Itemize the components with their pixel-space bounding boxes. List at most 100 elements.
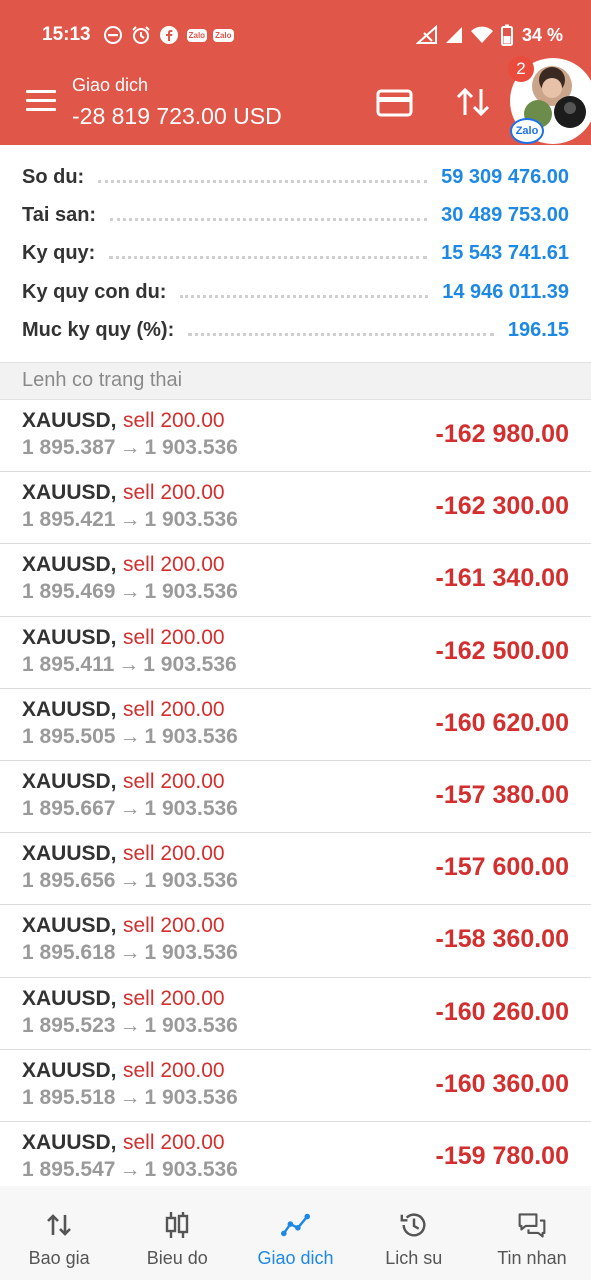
summary-label: Ky quy: — [22, 241, 96, 264]
zalo-logo-icon: Zalo — [510, 118, 544, 144]
status-time: 15:13 — [42, 24, 91, 45]
current-price: 1 903.536 — [144, 580, 238, 604]
open-price: 1 895.547 — [22, 1157, 116, 1181]
current-price: 1 903.536 — [144, 508, 238, 532]
position-profit: -157 600.00 — [435, 853, 569, 882]
summary-row-free-margin: Ky quy con du: 14 946 011.39 — [22, 275, 569, 309]
position-row[interactable]: XAUUSD, sell 200.00 1 895.421 → 1 903.536 … — [0, 472, 591, 545]
account-balance: -28 819 723.00 USD — [72, 103, 282, 129]
summary-value: 59 309 476.00 — [441, 165, 569, 188]
arrow-right-icon: → — [119, 941, 141, 965]
summary-row-margin: Ky quy: 15 543 741.61 — [22, 236, 569, 270]
position-row[interactable]: XAUUSD, sell 200.00 1 895.656 → 1 903.536 … — [0, 833, 591, 906]
position-row[interactable]: XAUUSD, sell 200.00 1 895.667 → 1 903.536 … — [0, 761, 591, 834]
position-profit: -161 340.00 — [435, 564, 569, 593]
position-prices: 1 895.618 → 1 903.536 — [22, 941, 238, 965]
position-prices: 1 895.387 → 1 903.536 — [22, 436, 238, 460]
current-price: 1 903.536 — [144, 941, 238, 965]
position-row[interactable]: XAUUSD, sell 200.00 1 895.618 → 1 903.536 … — [0, 905, 591, 978]
position-prices: 1 895.469 → 1 903.536 — [22, 580, 238, 604]
summary-value: 14 946 011.39 — [442, 280, 569, 303]
summary-row-equity: Tai san: 30 489 753.00 — [22, 198, 569, 232]
zalo-notification-icon-2: Zalo — [213, 28, 234, 42]
arrow-right-icon: → — [118, 652, 140, 676]
dotted-leader — [180, 294, 429, 298]
wifi-icon — [470, 26, 493, 43]
position-profit: -162 500.00 — [435, 636, 569, 665]
position-prices: 1 895.667 → 1 903.536 — [22, 797, 238, 821]
position-row[interactable]: XAUUSD, sell 200.00 1 895.523 → 1 903.536 … — [0, 978, 591, 1050]
open-price: 1 895.618 — [22, 941, 116, 965]
position-side: sell 200.00 — [123, 409, 225, 432]
position-side: sell 200.00 — [123, 769, 225, 793]
cell-signal-icon — [445, 27, 462, 43]
arrow-right-icon: → — [119, 580, 141, 604]
position-profit: -158 360.00 — [435, 925, 569, 954]
position-row[interactable]: XAUUSD, sell 200.00 1 895.547 → 1 903.536 … — [0, 1122, 591, 1195]
messages-icon — [517, 1210, 547, 1240]
position-prices: 1 895.518 → 1 903.536 — [22, 1086, 238, 1110]
position-prices: 1 895.547 → 1 903.536 — [22, 1158, 238, 1182]
position-symbol: XAUUSD, — [22, 553, 117, 577]
summary-label: Muc ky quy (%): — [22, 318, 175, 341]
position-row[interactable]: XAUUSD, sell 200.00 1 895.411 → 1 903.536 … — [0, 617, 591, 689]
card-icon[interactable] — [376, 86, 414, 120]
hamburger-icon-bar — [26, 99, 56, 102]
summary-label: Ky quy con du: — [22, 280, 167, 303]
page-title: Giao dich — [72, 75, 149, 95]
position-prices: 1 895.411 → 1 903.536 — [22, 653, 237, 677]
menu-button[interactable] — [26, 90, 58, 116]
nav-label: Lich su — [385, 1248, 443, 1268]
position-profit: -159 780.00 — [435, 1141, 569, 1170]
position-side: sell 200.00 — [123, 697, 225, 721]
position-symbol: XAUUSD, — [22, 986, 117, 1010]
nav-item-chart[interactable]: Bieu do — [118, 1186, 236, 1280]
position-symbol: XAUUSD, — [22, 842, 117, 866]
trade-icon — [280, 1210, 311, 1240]
position-prices: 1 895.656 → 1 903.536 — [22, 869, 238, 893]
current-price: 1 903.536 — [144, 436, 238, 459]
position-profit: -160 620.00 — [435, 708, 569, 737]
position-row[interactable]: XAUUSD, sell 200.00 1 895.469 → 1 903.536 … — [0, 544, 591, 617]
chat-head-bubble[interactable]: 2 Zalo — [508, 56, 591, 146]
nav-item-history[interactable]: Lich su — [355, 1186, 473, 1280]
position-symbol: XAUUSD, — [22, 697, 117, 721]
arrow-right-icon: → — [119, 869, 141, 893]
current-price: 1 903.536 — [144, 796, 238, 820]
dotted-leader — [109, 255, 428, 259]
arrow-right-icon: → — [119, 508, 141, 532]
position-prices: 1 895.505 → 1 903.536 — [22, 725, 238, 749]
nav-item-messages[interactable]: Tin nhan — [473, 1186, 591, 1280]
position-row[interactable]: XAUUSD, sell 200.00 1 895.505 → 1 903.536 … — [0, 689, 591, 761]
nav-label: Bieu do — [146, 1248, 208, 1268]
history-icon — [399, 1210, 429, 1240]
position-profit: -157 380.00 — [435, 780, 569, 809]
position-side: sell 200.00 — [123, 1058, 225, 1082]
position-row[interactable]: XAUUSD, sell 200.00 1 895.387 → 1 903.536 … — [0, 400, 591, 473]
position-profit: -162 980.00 — [435, 420, 569, 448]
current-price: 1 903.536 — [144, 1157, 238, 1181]
position-profit: -162 300.00 — [435, 492, 569, 521]
summary-label: So du: — [22, 165, 85, 188]
arrow-right-icon: → — [119, 796, 141, 820]
position-symbol: XAUUSD, — [22, 409, 117, 432]
arrow-right-icon: → — [119, 1085, 141, 1109]
position-symbol: XAUUSD, — [22, 625, 117, 649]
section-header-positions: Lenh co trang thai — [0, 362, 591, 400]
nav-item-trade[interactable]: Giao dich — [236, 1186, 354, 1280]
position-side: sell 200.00 — [123, 986, 225, 1010]
open-price: 1 895.656 — [22, 869, 116, 893]
summary-row-balance: So du: 59 309 476.00 — [22, 160, 569, 194]
current-price: 1 903.536 — [144, 869, 238, 893]
nav-label: Bao gia — [28, 1248, 90, 1268]
sort-arrows-icon[interactable] — [453, 82, 493, 122]
open-price: 1 895.667 — [22, 796, 116, 820]
arrow-right-icon: → — [119, 724, 141, 748]
account-summary: So du: 59 309 476.00 Tai san: 30 489 753… — [0, 145, 591, 362]
nav-item-quotes[interactable]: Bao gia — [0, 1186, 118, 1280]
summary-value: 30 489 753.00 — [441, 203, 569, 226]
hamburger-icon-bar — [26, 90, 56, 93]
position-symbol: XAUUSD, — [22, 914, 117, 938]
app-bar: Giao dich -28 819 723.00 USD — [0, 70, 591, 140]
position-row[interactable]: XAUUSD, sell 200.00 1 895.518 → 1 903.536 … — [0, 1050, 591, 1122]
